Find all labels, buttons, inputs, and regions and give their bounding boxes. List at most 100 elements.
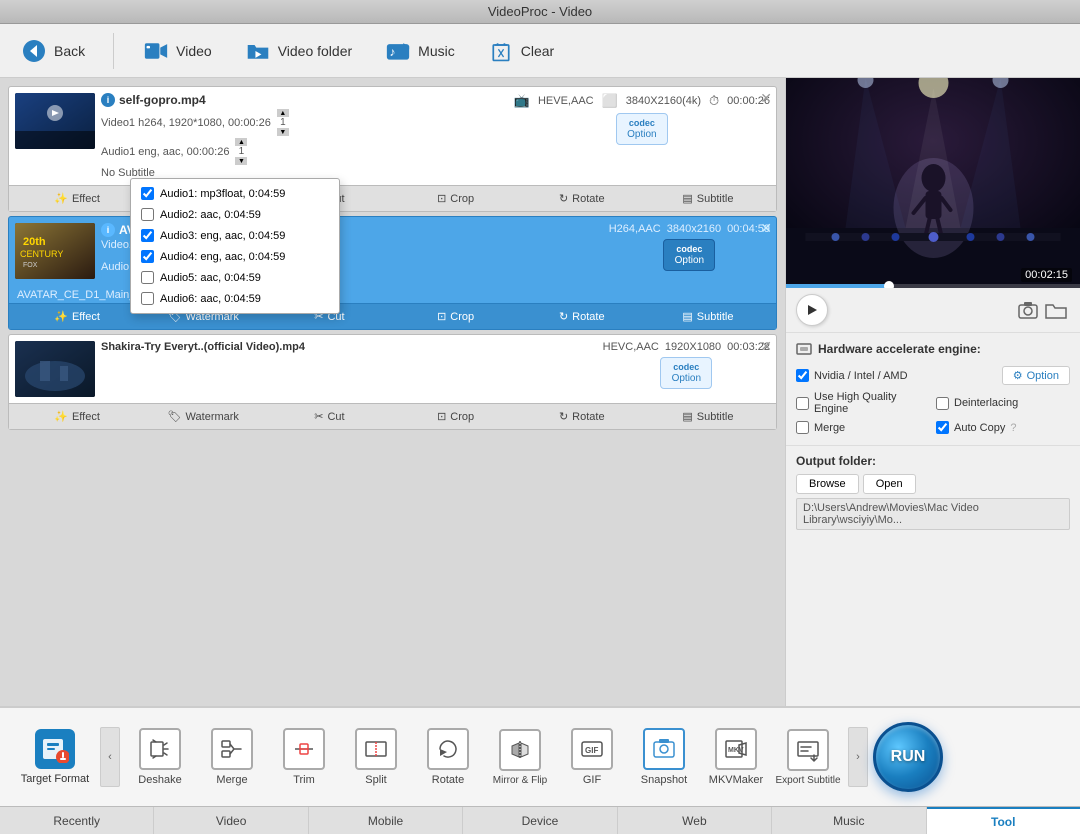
thumb-1 bbox=[15, 93, 95, 149]
clear-button[interactable]: Clear bbox=[479, 33, 562, 69]
folder-open-button[interactable] bbox=[1042, 296, 1070, 324]
info-icon-1[interactable]: i bbox=[101, 93, 115, 107]
crop-btn-3[interactable]: ⊡Crop bbox=[394, 407, 518, 426]
tab-device[interactable]: Device bbox=[463, 807, 617, 834]
progress-dot[interactable] bbox=[884, 281, 894, 288]
nvidia-checkbox[interactable]: Nvidia / Intel / AMD bbox=[796, 369, 996, 382]
audio-check-1[interactable] bbox=[141, 187, 154, 200]
audio-check-6[interactable] bbox=[141, 292, 154, 305]
audio-stepper-1[interactable]: ▲ 1 ▼ bbox=[233, 138, 249, 165]
out-codec-2: H264,AAC bbox=[609, 223, 661, 235]
cut-btn-3[interactable]: ✂Cut bbox=[267, 407, 391, 426]
merge-checkbox[interactable]: Merge bbox=[796, 421, 930, 434]
cut-icon-3: ✂ bbox=[314, 410, 323, 423]
playback-controls bbox=[786, 288, 1080, 333]
deinterlacing-checkbox[interactable]: Deinterlacing bbox=[936, 397, 1070, 410]
codec-btn-3[interactable]: codec Option bbox=[660, 357, 712, 389]
video-track-1: Video1 h264, 1920*1080, 00:00:26 bbox=[101, 117, 271, 129]
effect-icon-1: ✨ bbox=[54, 192, 68, 205]
video-stepper-1[interactable]: ▲ 1 ▼ bbox=[275, 109, 291, 136]
close-card-2[interactable]: ✕ bbox=[760, 221, 772, 235]
rotate-icon-3: ↻ bbox=[559, 410, 568, 423]
source-name-3: Shakira-Try Everyt..(official Video).mp4 bbox=[101, 341, 305, 353]
tool-trim[interactable]: Trim bbox=[270, 717, 338, 797]
tool-split[interactable]: Split bbox=[342, 717, 410, 797]
audio-option-4[interactable]: Audio4: eng, aac, 0:04:59 bbox=[131, 246, 339, 267]
subtitle-btn-1[interactable]: ▤ Subtitle bbox=[646, 189, 770, 208]
tool-mkvmaker[interactable]: MKV MKVMaker bbox=[702, 717, 770, 797]
rotate-btn-2[interactable]: ↻ Rotate bbox=[520, 307, 644, 326]
tool-mirror-flip[interactable]: Mirror & Flip bbox=[486, 717, 554, 797]
subtitle-icon-3: ▤ bbox=[682, 410, 692, 423]
audio-check-4[interactable] bbox=[141, 250, 154, 263]
tool-export-subtitle[interactable]: Export Subtitle bbox=[774, 717, 842, 797]
tab-mobile[interactable]: Mobile bbox=[309, 807, 463, 834]
scroll-left-button[interactable]: ‹ bbox=[100, 727, 120, 787]
play-button[interactable] bbox=[796, 294, 828, 326]
audio-option-2[interactable]: Audio2: aac, 0:04:59 bbox=[131, 204, 339, 225]
rotate-btn-1[interactable]: ↻ Rotate bbox=[520, 189, 644, 208]
run-button[interactable]: RUN bbox=[873, 722, 943, 792]
open-button[interactable]: Open bbox=[863, 474, 916, 494]
audio-check-2[interactable] bbox=[141, 208, 154, 221]
effect-icon-3: ✨ bbox=[54, 410, 68, 423]
video-folder-button[interactable]: Video folder bbox=[236, 33, 360, 69]
codec-text-1: codec bbox=[629, 118, 655, 128]
tool-merge[interactable]: Merge bbox=[198, 717, 266, 797]
subtitle-icon-2: ▤ bbox=[682, 310, 692, 323]
autocopy-info-icon[interactable]: ? bbox=[1010, 422, 1016, 434]
snapshot-tool-icon bbox=[643, 728, 685, 770]
close-card-3[interactable]: ✕ bbox=[760, 339, 772, 353]
watermark-btn-3[interactable]: 🏷Watermark bbox=[141, 407, 265, 426]
tab-web[interactable]: Web bbox=[618, 807, 772, 834]
audio-option-1[interactable]: Audio1: mp3float, 0:04:59 bbox=[131, 183, 339, 204]
effect-btn-3[interactable]: ✨Effect bbox=[15, 407, 139, 426]
crop-btn-2[interactable]: ⊡ Crop bbox=[394, 307, 518, 326]
tool-gif[interactable]: GIF GIF bbox=[558, 717, 626, 797]
tab-recently[interactable]: Recently bbox=[0, 807, 154, 834]
back-button[interactable]: Back bbox=[12, 33, 93, 69]
subtitle-btn-3[interactable]: ▤Subtitle bbox=[646, 407, 770, 426]
mirror-flip-icon bbox=[499, 729, 541, 771]
video-button[interactable]: Video bbox=[134, 33, 220, 69]
close-card-1[interactable]: ✕ bbox=[760, 91, 772, 105]
hardware-section: Hardware accelerate engine: Nvidia / Int… bbox=[786, 333, 1080, 446]
tab-video[interactable]: Video bbox=[154, 807, 308, 834]
rotate-icon-2: ↻ bbox=[559, 310, 568, 323]
video-card-1[interactable]: ✕ i self-gopro.m bbox=[8, 86, 777, 212]
preview-time: 00:02:15 bbox=[1021, 268, 1072, 282]
effect-btn-1[interactable]: ✨ Effect bbox=[15, 189, 139, 208]
video-card-2[interactable]: ✕ 20th CENTURY FOX i bbox=[8, 216, 777, 330]
effect-btn-2[interactable]: ✨ Effect bbox=[15, 307, 139, 326]
crop-btn-1[interactable]: ⊡ Crop bbox=[394, 189, 518, 208]
tool-rotate[interactable]: Rotate bbox=[414, 717, 482, 797]
audio-option-5[interactable]: Audio5: aac, 0:04:59 bbox=[131, 267, 339, 288]
tool-deshake[interactable]: Deshake bbox=[126, 717, 194, 797]
tab-music[interactable]: Music bbox=[772, 807, 926, 834]
audio-option-6[interactable]: Audio6: aac, 0:04:59 bbox=[131, 288, 339, 309]
music-button[interactable]: ♪ Music bbox=[376, 33, 463, 69]
video-card-3[interactable]: ✕ Shakira-Try Everyt..(officia bbox=[8, 334, 777, 430]
audio-option-3[interactable]: Audio3: eng, aac, 0:04:59 bbox=[131, 225, 339, 246]
audio-check-3[interactable] bbox=[141, 229, 154, 242]
rotate-btn-3[interactable]: ↻Rotate bbox=[520, 407, 644, 426]
hw-option-button[interactable]: ⚙ Option bbox=[1002, 366, 1070, 385]
video-icon bbox=[142, 37, 170, 65]
tab-tool[interactable]: Tool bbox=[927, 807, 1080, 834]
target-format-button[interactable]: Target Format bbox=[10, 717, 100, 797]
snapshot-button[interactable] bbox=[1014, 296, 1042, 324]
res-icon-1: ⬜ bbox=[602, 93, 618, 109]
subtitle-btn-2[interactable]: ▤ Subtitle bbox=[646, 307, 770, 326]
hardware-header: Hardware accelerate engine: bbox=[796, 341, 1070, 357]
progress-bar[interactable] bbox=[786, 284, 1080, 288]
browse-button[interactable]: Browse bbox=[796, 474, 859, 494]
codec-btn-1[interactable]: codec Option bbox=[616, 113, 668, 145]
quality-checkbox[interactable]: Use High Quality Engine bbox=[796, 391, 930, 415]
tool-snapshot[interactable]: Snapshot bbox=[630, 717, 698, 797]
autocopy-checkbox[interactable]: Auto Copy ? bbox=[936, 421, 1070, 434]
audio-dropdown: Audio1: mp3float, 0:04:59 Audio2: aac, 0… bbox=[130, 178, 340, 314]
codec-btn-2[interactable]: codec Option bbox=[663, 239, 715, 271]
audio-check-5[interactable] bbox=[141, 271, 154, 284]
scroll-right-button[interactable]: › bbox=[848, 727, 868, 787]
info-icon-2[interactable]: i bbox=[101, 223, 115, 237]
